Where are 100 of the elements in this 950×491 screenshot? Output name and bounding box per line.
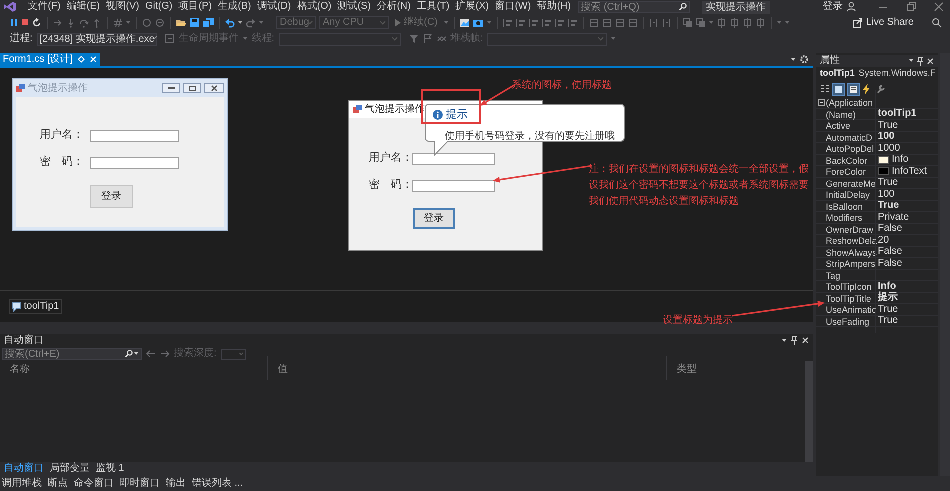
property-value[interactable]: False	[878, 258, 902, 269]
target-icon[interactable]	[155, 18, 165, 28]
menu-item[interactable]: 扩展(X)	[452, 0, 492, 14]
search-field[interactable]: 搜索(Ctrl+E)	[2, 348, 142, 360]
menu-item[interactable]: Git(G)	[142, 0, 176, 14]
step-into-icon[interactable]	[66, 18, 76, 28]
flag-icon[interactable]	[422, 34, 433, 44]
menu-item[interactable]: 测试(S)	[334, 0, 374, 14]
tool-window-tab[interactable]: 调用堆栈	[2, 478, 42, 490]
password-field[interactable]	[412, 180, 495, 192]
pause-icon[interactable]	[10, 18, 18, 27]
login-button[interactable]: 登录	[413, 208, 455, 229]
menu-item[interactable]: 视图(V)	[103, 0, 142, 14]
property-name[interactable]: InitialDelay	[826, 190, 870, 200]
property-name[interactable]: (Name)	[826, 110, 856, 120]
property-value[interactable]: 20	[878, 234, 890, 246]
property-name[interactable]: ShowAlways	[826, 248, 878, 258]
maximize-icon[interactable]	[906, 2, 916, 12]
property-name[interactable]: ToolTipTitle	[826, 294, 872, 304]
property-name[interactable]: Modifiers	[826, 213, 863, 224]
username-field[interactable]	[90, 130, 179, 142]
property-name[interactable]: ReshowDela	[826, 236, 878, 246]
center-horizontal-icon[interactable]	[716, 18, 727, 28]
column-header[interactable]: 名称	[10, 364, 30, 374]
property-name[interactable]: (Application	[826, 98, 874, 108]
menu-item[interactable]: 生成(B)	[215, 0, 254, 14]
expand-icon[interactable]	[818, 98, 825, 106]
property-value[interactable]: True	[878, 200, 900, 212]
target-icon[interactable]	[142, 18, 152, 28]
property-name[interactable]: GenerateMe	[826, 178, 876, 189]
minimize-button[interactable]	[162, 83, 180, 93]
send-back-icon[interactable]	[696, 18, 706, 28]
menu-item[interactable]: 分析(N)	[374, 0, 414, 14]
caret-icon[interactable]	[238, 20, 243, 24]
property-value[interactable]: True	[878, 177, 898, 188]
search-field[interactable]: 搜索 (Ctrl+Q)	[578, 1, 690, 13]
sign-in-link[interactable]: 登录	[823, 0, 843, 14]
caret-icon[interactable]	[791, 58, 796, 62]
align-right-icon[interactable]	[528, 18, 539, 28]
grid-icon[interactable]	[628, 18, 638, 28]
restart-icon[interactable]	[32, 18, 42, 28]
save-all-icon[interactable]	[203, 18, 214, 28]
scrollbar-track[interactable]	[805, 361, 814, 462]
menu-item[interactable]: 项目(P)	[176, 0, 216, 14]
maximize-button[interactable]	[183, 83, 201, 93]
property-name[interactable]: ToolTipIcon	[826, 282, 872, 292]
step-out-icon[interactable]	[92, 18, 102, 28]
save-icon[interactable]	[190, 18, 200, 28]
search-depth-dropdown[interactable]	[220, 348, 246, 360]
redo-icon[interactable]	[246, 18, 256, 28]
property-name[interactable]: OwnerDraw	[826, 224, 874, 235]
menu-item[interactable]: 编辑(E)	[64, 0, 104, 14]
component-tray-item[interactable]: toolTip1	[9, 299, 62, 314]
property-value[interactable]: 100	[878, 188, 895, 200]
horizontal-spacing-icon[interactable]	[648, 18, 659, 28]
hex-icon[interactable]	[113, 18, 123, 28]
property-name[interactable]: IsBalloon	[826, 202, 864, 212]
pin-icon[interactable]	[917, 56, 924, 66]
property-value[interactable]: Private	[878, 212, 910, 223]
align-center-icon[interactable]	[516, 18, 526, 28]
align-top-icon[interactable]	[542, 18, 552, 28]
property-value[interactable]: 100	[878, 131, 895, 142]
flag-off-icon[interactable]	[436, 34, 447, 44]
property-value[interactable]: 1000	[878, 142, 900, 154]
menu-item[interactable]: 帮助(H)	[534, 0, 574, 14]
panel-tab[interactable]: 局部变量	[50, 463, 90, 475]
filter-icon[interactable]	[408, 34, 419, 44]
username-field[interactable]	[412, 152, 495, 164]
settings-icon[interactable]	[800, 55, 810, 64]
back-icon[interactable]	[146, 350, 156, 358]
caret-icon[interactable]	[782, 338, 788, 342]
caret-icon[interactable]	[909, 59, 914, 63]
close-icon[interactable]	[927, 58, 934, 64]
undo-icon[interactable]	[225, 18, 235, 28]
property-value[interactable]: True	[878, 120, 898, 131]
property-name[interactable]: ForeColor	[826, 167, 866, 178]
panel-tab[interactable]: 监视 1	[96, 463, 124, 475]
same-height-icon[interactable]	[602, 18, 612, 28]
bring-front-icon[interactable]	[682, 18, 693, 28]
process-dropdown[interactable]: [24348] 实现提示操作.exe	[36, 32, 157, 46]
menu-item[interactable]: 调试(D)	[254, 0, 294, 14]
property-name[interactable]: AutomaticD	[826, 132, 873, 143]
property-name[interactable]: Active	[826, 121, 851, 132]
column-header[interactable]: 值	[278, 364, 288, 374]
stop-icon[interactable]	[21, 18, 29, 27]
tool-window-tab[interactable]: 断点	[48, 478, 68, 490]
password-field[interactable]	[90, 156, 179, 168]
picture-icon[interactable]	[460, 18, 470, 28]
menu-item[interactable]: 文件(F)	[25, 0, 64, 14]
tool-window-tab[interactable]: 错误列表 ...	[192, 478, 244, 490]
caret-icon[interactable]	[134, 352, 139, 356]
vertical-spacing-icon[interactable]	[662, 18, 672, 28]
object-selector[interactable]: toolTip1 System.Windows.F	[816, 67, 938, 81]
property-value[interactable]: True	[878, 315, 898, 326]
menu-item[interactable]: 工具(T)	[414, 0, 453, 14]
close-icon[interactable]	[802, 337, 810, 344]
align-left-icon[interactable]	[502, 18, 513, 28]
same-size-icon[interactable]	[614, 18, 625, 28]
pin-icon[interactable]	[791, 336, 798, 345]
column-header[interactable]: 类型	[677, 364, 697, 374]
